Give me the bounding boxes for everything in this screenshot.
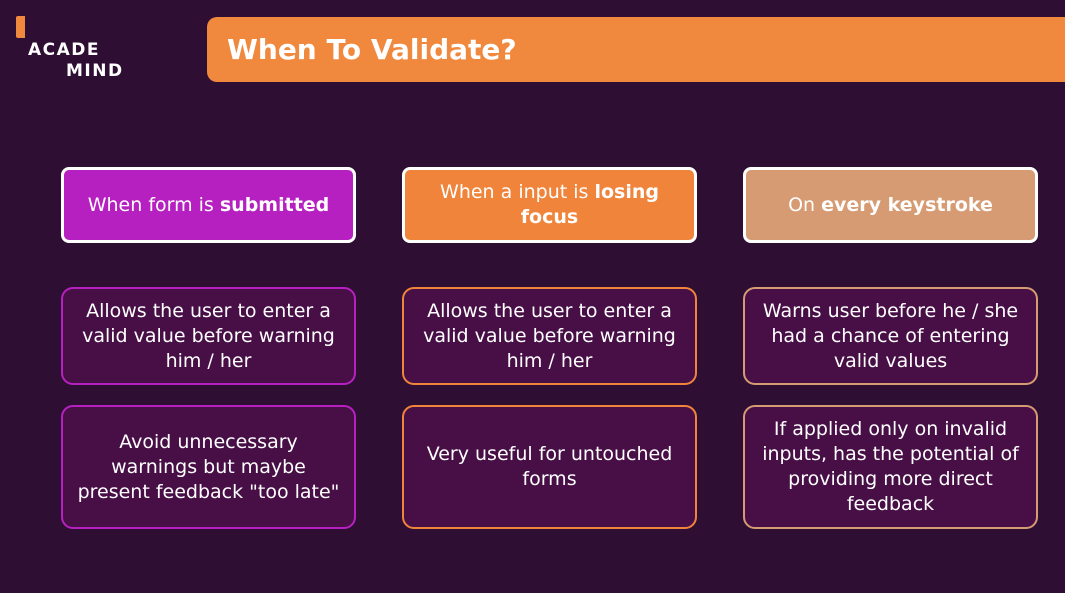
header-losing-focus: When a input is losing focus — [402, 167, 697, 243]
logo-text-line2: MIND — [66, 61, 124, 81]
card-text: Avoid unnecessary warnings but maybe pre… — [77, 430, 340, 503]
header-text-bold: submitted — [219, 193, 330, 216]
header-text: On every keystroke — [788, 193, 993, 218]
card-text: Allows the user to enter a valid value b… — [423, 299, 676, 372]
header-text: When form is submitted — [88, 193, 330, 218]
logo-text-line1: ACADE — [28, 40, 101, 60]
keystroke-pro-card: If applied only on invalid inputs, has t… — [743, 405, 1038, 529]
header-text-bold: every keystroke — [821, 193, 993, 216]
header-text-regular: When a input is — [440, 181, 595, 203]
keystroke-con-card: Warns user before he / she had a chance … — [743, 287, 1038, 385]
academind-logo: ACADE MIND — [14, 14, 134, 84]
header-when-submitted: When form is submitted — [61, 167, 356, 243]
logo-flag-icon — [16, 16, 30, 38]
header-every-keystroke: On every keystroke — [743, 167, 1038, 243]
title-bar: When To Validate? — [207, 17, 1065, 82]
losing-focus-pro-card: Allows the user to enter a valid value b… — [402, 287, 697, 385]
card-text: Allows the user to enter a valid value b… — [82, 299, 335, 372]
header-text-regular: When form is — [87, 193, 220, 216]
submitted-con-card: Avoid unnecessary warnings but maybe pre… — [61, 405, 356, 529]
header-text: When a input is losing focus — [419, 180, 680, 230]
card-text: If applied only on invalid inputs, has t… — [762, 418, 1019, 515]
header-text-regular: On — [788, 193, 822, 216]
page-title: When To Validate? — [227, 33, 517, 66]
card-text: Warns user before he / she had a chance … — [762, 299, 1019, 372]
losing-focus-con-card: Very useful for untouched forms — [402, 405, 697, 529]
card-text: Very useful for untouched forms — [426, 443, 673, 490]
submitted-pro-card: Allows the user to enter a valid value b… — [61, 287, 356, 385]
